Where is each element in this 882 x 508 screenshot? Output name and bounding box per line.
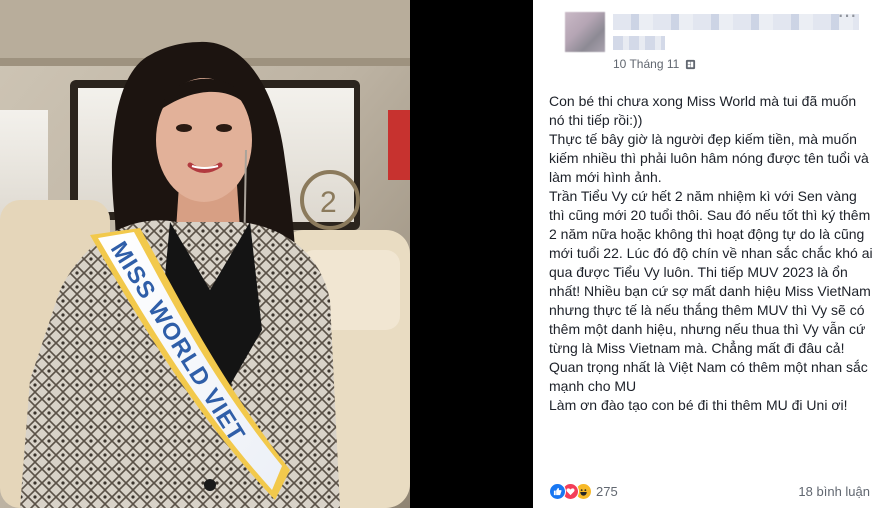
reaction-count[interactable]: 275 xyxy=(596,484,618,499)
post-paragraph: Quan trọng nhất là Việt Nam có thêm một … xyxy=(549,359,868,394)
like-icon xyxy=(549,482,566,500)
post-paragraph: Con bé thi chưa xong Miss World mà tui đ… xyxy=(549,93,857,128)
author-avatar[interactable] xyxy=(565,12,605,52)
reaction-summary[interactable]: 275 xyxy=(549,482,618,500)
author-name-blurred[interactable] xyxy=(613,14,859,30)
post-date[interactable]: 10 Tháng 11 xyxy=(613,57,679,71)
post-paragraph: Trần Tiểu Vy cứ hết 2 năm nhiệm kì với S… xyxy=(549,188,873,356)
author-subtitle-blurred xyxy=(613,36,665,50)
post-card: ··· 10 Tháng 11 Con bé thi chưa xong Mis… xyxy=(533,0,882,508)
post-body: Con bé thi chưa xong Miss World mà tui đ… xyxy=(549,92,873,415)
post-paragraph: Làm ơn đào tạo con bé đi thi thêm MU đi … xyxy=(549,397,848,413)
post-header: ··· 10 Tháng 11 xyxy=(549,0,868,75)
post-footer: 275 18 bình luận xyxy=(549,480,870,502)
photo-illustration: 2 MISS WORLD VIET xyxy=(0,0,410,508)
svg-text:2: 2 xyxy=(320,186,337,219)
more-dots-icon[interactable]: ··· xyxy=(837,4,857,26)
post-meta: 10 Tháng 11 xyxy=(613,57,696,71)
post-paragraph: Thực tế bây giờ là người đẹp kiếm tiền, … xyxy=(549,131,869,185)
post-photo[interactable]: 2 MISS WORLD VIET xyxy=(0,0,410,508)
globe-icon[interactable] xyxy=(685,59,696,70)
comments-count[interactable]: 18 bình luận xyxy=(798,484,870,499)
